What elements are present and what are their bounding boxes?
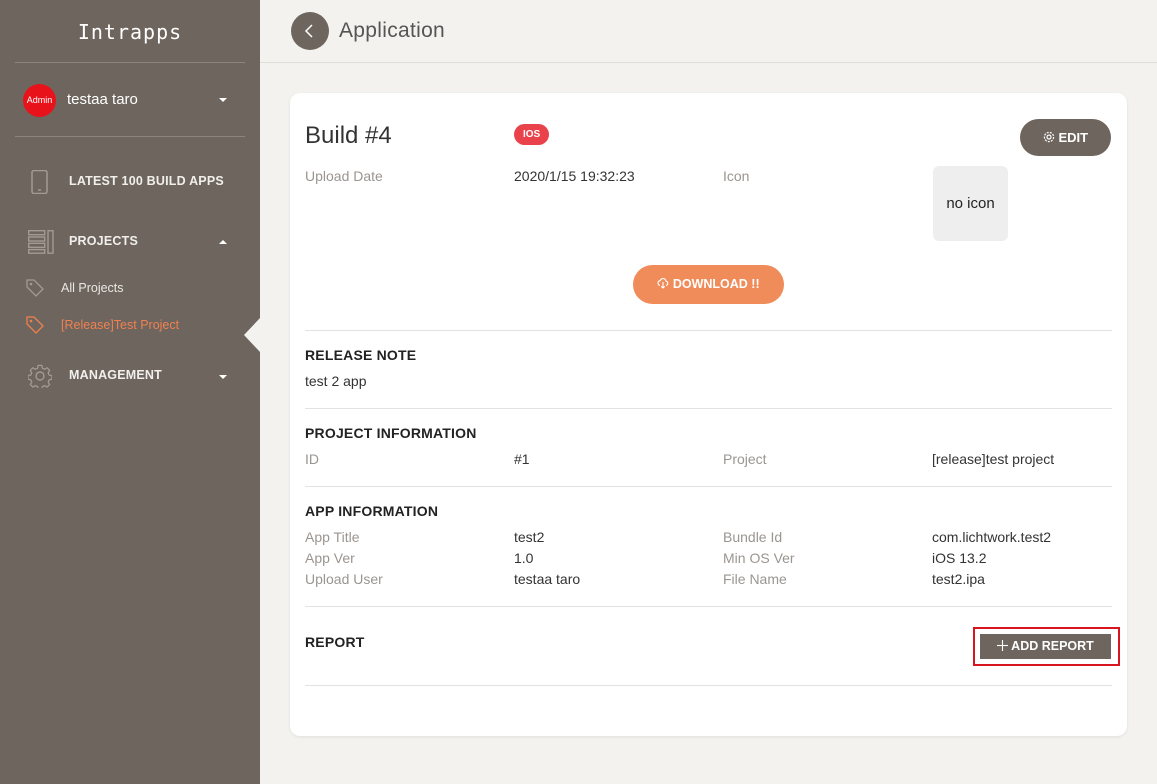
file-name-label: File Name xyxy=(723,571,787,587)
sidebar-item-management[interactable]: MANAGEMENT xyxy=(0,356,260,396)
divider xyxy=(305,486,1112,487)
sidebar-item-label: PROJECTS xyxy=(69,234,138,248)
upload-user-label: Upload User xyxy=(305,571,383,587)
gear-icon xyxy=(27,364,53,391)
min-os-label: Min OS Ver xyxy=(723,550,795,566)
add-report-label: ADD REPORT xyxy=(1011,639,1094,653)
sidebar: Intrapps Admin testaa taro LATEST 100 BU… xyxy=(0,0,260,784)
build-title: Build #4 xyxy=(305,122,392,149)
avatar: Admin xyxy=(23,84,56,117)
gear-icon xyxy=(1043,131,1055,143)
chevron-down-icon xyxy=(219,98,227,102)
sidebar-item-label: All Projects xyxy=(61,281,124,295)
chevron-left-icon xyxy=(304,24,313,38)
project-value: [release]test project xyxy=(932,451,1055,467)
divider xyxy=(305,330,1112,331)
page-title: Application xyxy=(339,19,446,42)
sidebar-item-all-projects[interactable]: All Projects xyxy=(0,273,244,303)
divider xyxy=(305,685,1112,686)
app-ver-value: 1.0 xyxy=(514,550,534,566)
bundle-id-value: com.lichtwork.test2 xyxy=(932,529,1052,545)
report-title: REPORT xyxy=(305,634,365,650)
tag-icon xyxy=(26,316,44,334)
min-os-value: iOS 13.2 xyxy=(932,550,987,566)
project-info-title: PROJECT INFORMATION xyxy=(305,425,477,441)
mobile-phone-icon xyxy=(28,169,52,195)
chevron-down-icon xyxy=(219,375,227,379)
sidebar-item-projects[interactable]: PROJECTS xyxy=(0,222,260,262)
page-header: Application xyxy=(260,0,1157,63)
active-indicator xyxy=(244,318,260,352)
app-title-label: App Title xyxy=(305,529,360,545)
app-title-value: test2 xyxy=(514,529,545,545)
sidebar-item-label: [Release]Test Project xyxy=(61,318,180,332)
edit-label: EDIT xyxy=(1058,130,1089,145)
project-id-value: #1 xyxy=(514,451,530,467)
chevron-up-icon xyxy=(219,240,227,244)
sidebar-item-label: LATEST 100 BUILD APPS xyxy=(69,174,224,188)
file-name-value: test2.ipa xyxy=(932,571,985,587)
app-icon-placeholder: no icon xyxy=(933,166,1008,241)
upload-date-value: 2020/1/15 19:32:23 xyxy=(514,168,635,184)
divider xyxy=(305,408,1112,409)
upload-user-value: testaa taro xyxy=(514,571,581,587)
upload-date-label: Upload Date xyxy=(305,168,383,184)
icon-label: Icon xyxy=(723,168,750,184)
app-info-title: APP INFORMATION xyxy=(305,503,439,519)
tag-icon xyxy=(26,279,44,297)
user-menu[interactable]: Admin testaa taro xyxy=(15,63,245,137)
list-layout-icon xyxy=(27,229,54,254)
cloud-download-icon xyxy=(657,278,669,289)
download-label: DOWNLOAD !! xyxy=(672,277,760,291)
project-id-label: ID xyxy=(305,451,319,467)
project-label: Project xyxy=(723,451,767,467)
edit-button[interactable]: EDIT xyxy=(1020,119,1111,156)
add-report-button[interactable]: ADD REPORT xyxy=(980,634,1111,659)
release-note-title: RELEASE NOTE xyxy=(305,347,417,363)
brand-logo[interactable]: Intrapps xyxy=(15,0,245,63)
sidebar-item-label: MANAGEMENT xyxy=(69,368,162,382)
app-ver-label: App Ver xyxy=(305,550,355,566)
back-button[interactable] xyxy=(291,12,329,50)
release-note-text: test 2 app xyxy=(305,373,367,389)
plus-icon xyxy=(997,640,1009,651)
build-detail-card: Build #4 IOS EDIT Upload Date 2020/1/15 … xyxy=(290,93,1127,736)
sidebar-item-release-test-project[interactable]: [Release]Test Project xyxy=(0,310,244,340)
bundle-id-label: Bundle Id xyxy=(723,529,783,545)
sidebar-item-latest-builds[interactable]: LATEST 100 BUILD APPS xyxy=(0,162,260,202)
download-button[interactable]: DOWNLOAD !! xyxy=(633,265,784,304)
user-name: testaa taro xyxy=(67,91,138,108)
divider xyxy=(305,606,1112,607)
platform-badge: IOS xyxy=(514,124,550,145)
